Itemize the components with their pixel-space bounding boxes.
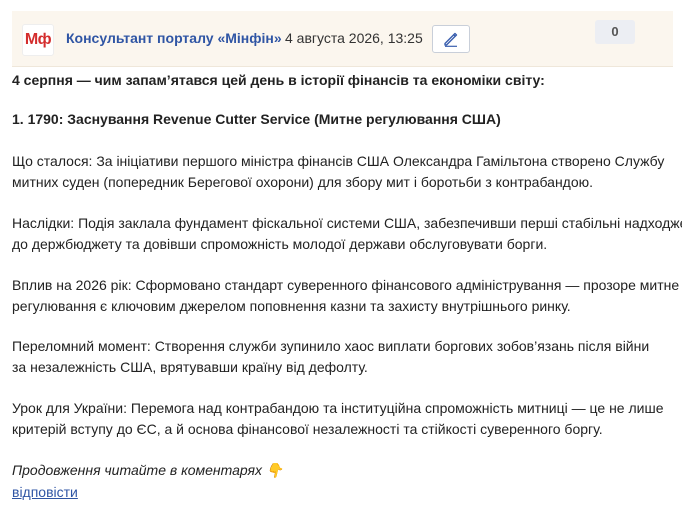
forum-post: Мф Консультант порталу «Мінфін» 4 август…: [0, 0, 682, 512]
rating-counter[interactable]: 0: [595, 20, 635, 44]
paragraph-line: Урок для України: Перемога над контрабан…: [12, 400, 664, 416]
edit-button[interactable]: [432, 25, 470, 53]
paragraph-consequences: Наслідки: Подія заклала фундамент фіскал…: [12, 213, 682, 255]
post-header: Мф Консультант порталу «Мінфін» 4 август…: [12, 11, 673, 67]
paragraph-line: митних суден (попередник Берегової охоро…: [12, 174, 594, 190]
author-name-link[interactable]: Консультант порталу «Мінфін»: [66, 30, 282, 46]
paragraph-line: Вплив на 2026 рік: Сформовано стандарт с…: [12, 277, 680, 293]
paragraph-line: за незалежність США, врятувавши країну в…: [12, 359, 368, 375]
paragraph-line: регулювання є ключовим джерелом поповнен…: [12, 298, 571, 314]
paragraph-what-happened: Що сталося: За ініціативи першого мініст…: [12, 151, 676, 193]
paragraph-line: Наслідки: Подія заклала фундамент фіскал…: [12, 215, 682, 231]
reply-link[interactable]: відповісти: [12, 484, 78, 500]
paragraph-line: Переломний момент: Створення служби зупи…: [12, 338, 650, 354]
paragraph-turning-point: Переломний момент: Створення служби зупи…: [12, 336, 676, 378]
paragraph-line: до держбюджету та довівши спроможність м…: [12, 236, 548, 252]
post-heading: 1. 1790: Заснування Revenue Cutter Servi…: [12, 111, 501, 127]
post-date: 4 августа 2026, 13:25: [285, 30, 423, 46]
continue-in-comments: Продовження читайте в коментарях 👇: [12, 462, 284, 478]
pencil-icon: [444, 32, 458, 47]
author-avatar-logo[interactable]: Мф: [22, 24, 54, 56]
paragraph-lesson: Урок для України: Перемога над контрабан…: [12, 398, 676, 440]
post-intro: 4 серпня — чим запам’ятався цей день в і…: [12, 72, 545, 88]
paragraph-line: критерій вступу до ЄС, а й основа фінанс…: [12, 421, 603, 437]
paragraph-line: Що сталося: За ініціативи першого мініст…: [12, 153, 665, 169]
paragraph-impact: Вплив на 2026 рік: Сформовано стандарт с…: [12, 275, 680, 317]
